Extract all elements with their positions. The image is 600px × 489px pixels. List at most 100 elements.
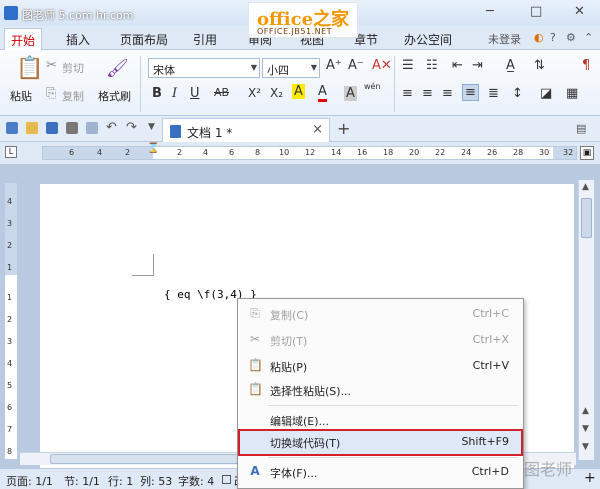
scroll-down-icon[interactable]: ▼ xyxy=(582,424,589,434)
bullets-icon[interactable]: ☰ xyxy=(402,58,414,73)
horizontal-ruler[interactable]: ⌛ 6 4 2 2 4 6 8 10 12 14 16 18 20 22 24 … xyxy=(42,143,577,160)
menu-item-label: 粘贴(P) xyxy=(270,361,308,374)
ruler-toggle-icon[interactable]: ▣ xyxy=(580,146,594,160)
menu-separator xyxy=(268,457,518,458)
menu-item-paste[interactable]: 📋 粘贴(P) Ctrl+V xyxy=(238,353,523,378)
paste-button[interactable]: 粘贴 xyxy=(10,88,32,104)
font-icon: A xyxy=(250,464,260,478)
menu-item-shortcut: Shift+F9 xyxy=(461,435,509,448)
vertical-ruler[interactable]: 4 3 2 1 1 2 3 4 5 6 7 8 xyxy=(4,182,18,460)
copy-button[interactable]: 复制 xyxy=(62,88,84,104)
shrink-font-icon[interactable]: A⁻ xyxy=(348,58,364,73)
font-name-value: 宋体 xyxy=(153,64,175,77)
font-size-select[interactable]: 小四 ▼ xyxy=(262,58,320,78)
tab-stop-selector[interactable]: L xyxy=(5,146,17,158)
undo-icon[interactable]: ↶ xyxy=(106,120,117,135)
print-preview-icon[interactable] xyxy=(86,122,98,134)
tab-office-space[interactable]: 办公空间 xyxy=(404,31,452,48)
show-hide-icon[interactable]: ¶ xyxy=(582,58,590,73)
tab-home[interactable]: 开始 xyxy=(4,28,43,50)
strikethrough-button[interactable]: AB xyxy=(214,86,229,99)
collapse-icon[interactable]: ⌃ xyxy=(584,31,593,44)
ruler-number: 20 xyxy=(409,148,420,157)
justify-icon[interactable]: ≡ xyxy=(462,84,479,101)
cut-button[interactable]: 剪切 xyxy=(62,60,84,76)
clear-format-icon[interactable]: A✕ xyxy=(372,58,392,73)
window-title: 图老师 5.com hr.com xyxy=(22,9,134,22)
ruler-number: 2 xyxy=(125,148,131,157)
ruler-number: 4 xyxy=(7,359,13,368)
align-center-icon[interactable]: ≡ xyxy=(422,86,433,101)
zoom-in-icon[interactable]: + xyxy=(584,470,596,486)
status-word-count[interactable]: 字数: 4 xyxy=(178,473,214,489)
tab-list-icon[interactable]: ▤ xyxy=(576,122,586,135)
new-doc-icon[interactable] xyxy=(6,122,18,134)
ruler-number: 30 xyxy=(539,148,550,157)
superscript-button[interactable]: X² xyxy=(248,86,261,100)
checkbox-icon[interactable] xyxy=(222,475,231,484)
watermark-url-text: OFFICE.JB51.NET xyxy=(257,27,333,36)
close-icon[interactable]: × xyxy=(312,122,323,137)
close-button[interactable]: ✕ xyxy=(574,4,585,19)
redo-icon[interactable]: ↷ xyxy=(126,120,137,135)
increase-indent-icon[interactable]: ⇥ xyxy=(472,58,483,73)
document-icon xyxy=(170,125,181,138)
settings-icon[interactable]: ⚙ xyxy=(566,31,576,44)
italic-button[interactable]: I xyxy=(172,86,177,101)
menu-item-font[interactable]: A 字体(F)... Ctrl+D xyxy=(238,459,523,484)
vertical-scrollbar[interactable]: ▲ ▲ ▼ ▼ xyxy=(578,180,594,460)
save-icon[interactable] xyxy=(46,122,58,134)
shading-icon[interactable]: ◪ xyxy=(540,86,552,101)
menu-item-label: 字体(F)... xyxy=(270,467,318,480)
tab-document-1[interactable]: 文档 1 * × xyxy=(162,118,330,142)
menu-item-label: 编辑域(E)... xyxy=(270,415,330,428)
ruler-number: 4 xyxy=(7,197,13,206)
quick-access-menu-icon[interactable]: ▼ xyxy=(148,122,155,132)
styles-icon[interactable]: A̲ xyxy=(506,58,515,73)
font-color-button[interactable]: A xyxy=(318,84,327,102)
grow-font-icon[interactable]: A⁺ xyxy=(326,58,342,73)
format-painter-button[interactable]: 格式刷 xyxy=(98,88,131,104)
maximize-button[interactable]: □ xyxy=(530,4,542,19)
phonetic-guide-button[interactable]: wén xyxy=(364,82,381,91)
highlight-button[interactable]: A xyxy=(292,84,305,99)
decrease-indent-icon[interactable]: ⇤ xyxy=(452,58,463,73)
ribbon-separator xyxy=(394,56,395,112)
document-tab-bar: ↶ ↷ ▼ 文档 1 * × + ▤ xyxy=(0,116,600,142)
menu-item-toggle-field-codes[interactable]: 切换域代码(T) Shift+F9 xyxy=(238,429,523,456)
tab-page-layout[interactable]: 页面布局 xyxy=(120,31,168,48)
menu-item-copy[interactable]: ⎘ 复制(C) Ctrl+C xyxy=(238,301,523,326)
bold-button[interactable]: B xyxy=(152,86,162,101)
underline-button[interactable]: U xyxy=(190,86,200,101)
line-spacing-icon[interactable]: ↕ xyxy=(512,86,523,101)
tab-insert[interactable]: 插入 xyxy=(66,31,90,48)
scroll-down-icon[interactable]: ▼ xyxy=(582,442,589,452)
menu-item-cut[interactable]: ✂ 剪切(T) Ctrl+X xyxy=(238,327,523,352)
menu-item-paste-special[interactable]: 📋 选择性粘贴(S)... xyxy=(238,377,523,402)
help-icon[interactable]: ? xyxy=(550,31,556,44)
minimize-button[interactable]: ─ xyxy=(486,4,494,19)
tab-references[interactable]: 引用 xyxy=(193,31,217,48)
login-link[interactable]: 未登录 xyxy=(488,31,521,47)
open-icon[interactable] xyxy=(26,122,38,134)
align-left-icon[interactable]: ≡ xyxy=(402,86,413,101)
scroll-up-icon[interactable]: ▲ xyxy=(582,182,589,192)
numbering-icon[interactable]: ☷ xyxy=(426,58,438,73)
skin-icon[interactable]: ◐ xyxy=(534,31,544,44)
sort-icon[interactable]: ⇅ xyxy=(534,58,545,73)
align-right-icon[interactable]: ≡ xyxy=(442,86,453,101)
new-tab-button[interactable]: + xyxy=(337,119,350,138)
ribbon: 📋 粘贴 ✂ 剪切 ⎘ 复制 🖌 格式刷 宋体 ▼ 小四 ▼ A⁺ A⁻ A✕ … xyxy=(0,50,600,116)
indent-marker-icon[interactable]: ⌛ xyxy=(147,143,159,154)
ruler-number: 6 xyxy=(69,148,75,157)
font-name-select[interactable]: 宋体 ▼ xyxy=(148,58,260,78)
borders-icon[interactable]: ▦ xyxy=(566,86,578,101)
scroll-thumb[interactable] xyxy=(581,198,592,238)
distributed-icon[interactable]: ≣ xyxy=(488,86,499,101)
subscript-button[interactable]: X₂ xyxy=(270,86,283,100)
char-shading-button[interactable]: A xyxy=(344,86,357,101)
margin-corner-mark xyxy=(132,254,154,276)
paste-icon[interactable]: 📋 xyxy=(16,56,43,81)
print-icon[interactable] xyxy=(66,122,78,134)
scroll-up-icon[interactable]: ▲ xyxy=(582,406,589,416)
